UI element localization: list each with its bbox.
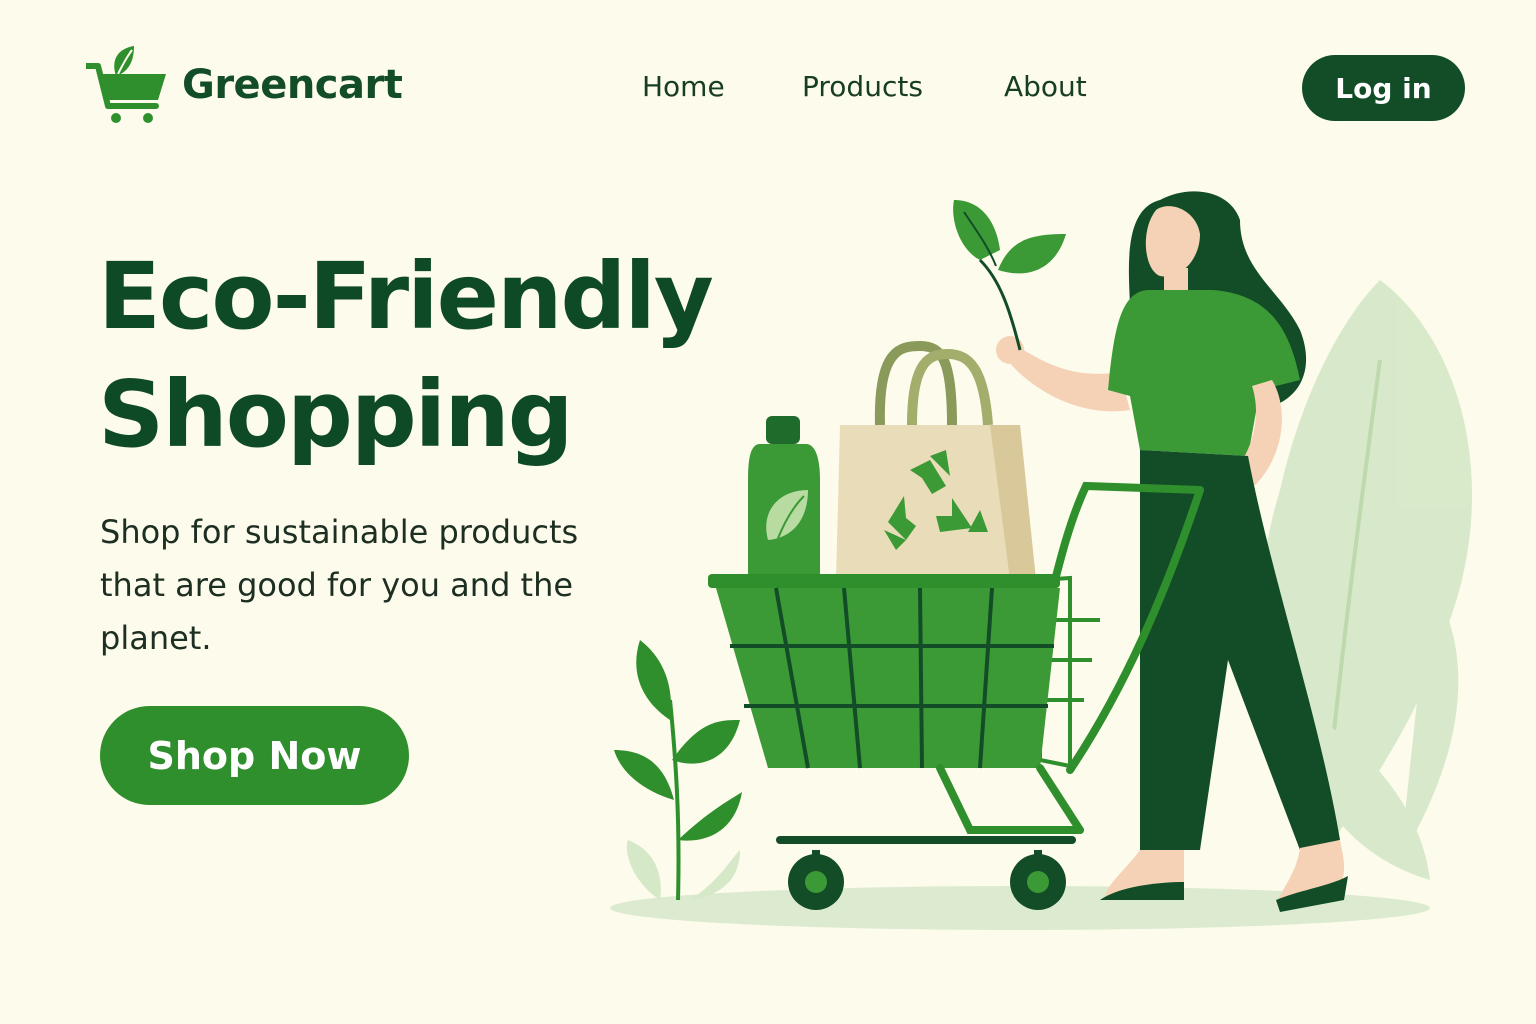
hero-description: Shop for sustainable products that are g… bbox=[100, 513, 579, 657]
nav-link-about[interactable]: About bbox=[1004, 70, 1087, 103]
nav-link-products[interactable]: Products bbox=[802, 70, 923, 103]
nav-link-home[interactable]: Home bbox=[642, 70, 725, 103]
shopping-cart-leaf-icon bbox=[86, 44, 168, 126]
woman-with-shopping-cart-illustration bbox=[600, 160, 1500, 960]
landing-page: Greencart Home Products About Log in Eco… bbox=[0, 0, 1536, 1024]
plant-icon bbox=[614, 640, 742, 901]
brand-logo[interactable]: Greencart bbox=[86, 44, 403, 126]
leaf-sprig-icon bbox=[953, 200, 1066, 351]
login-button[interactable]: Log in bbox=[1302, 55, 1465, 121]
green-bottle-icon bbox=[748, 416, 820, 580]
brand-name: Greencart bbox=[182, 62, 403, 108]
recycle-bag-icon bbox=[836, 340, 1036, 580]
shop-now-button[interactable]: Shop Now bbox=[100, 706, 409, 805]
